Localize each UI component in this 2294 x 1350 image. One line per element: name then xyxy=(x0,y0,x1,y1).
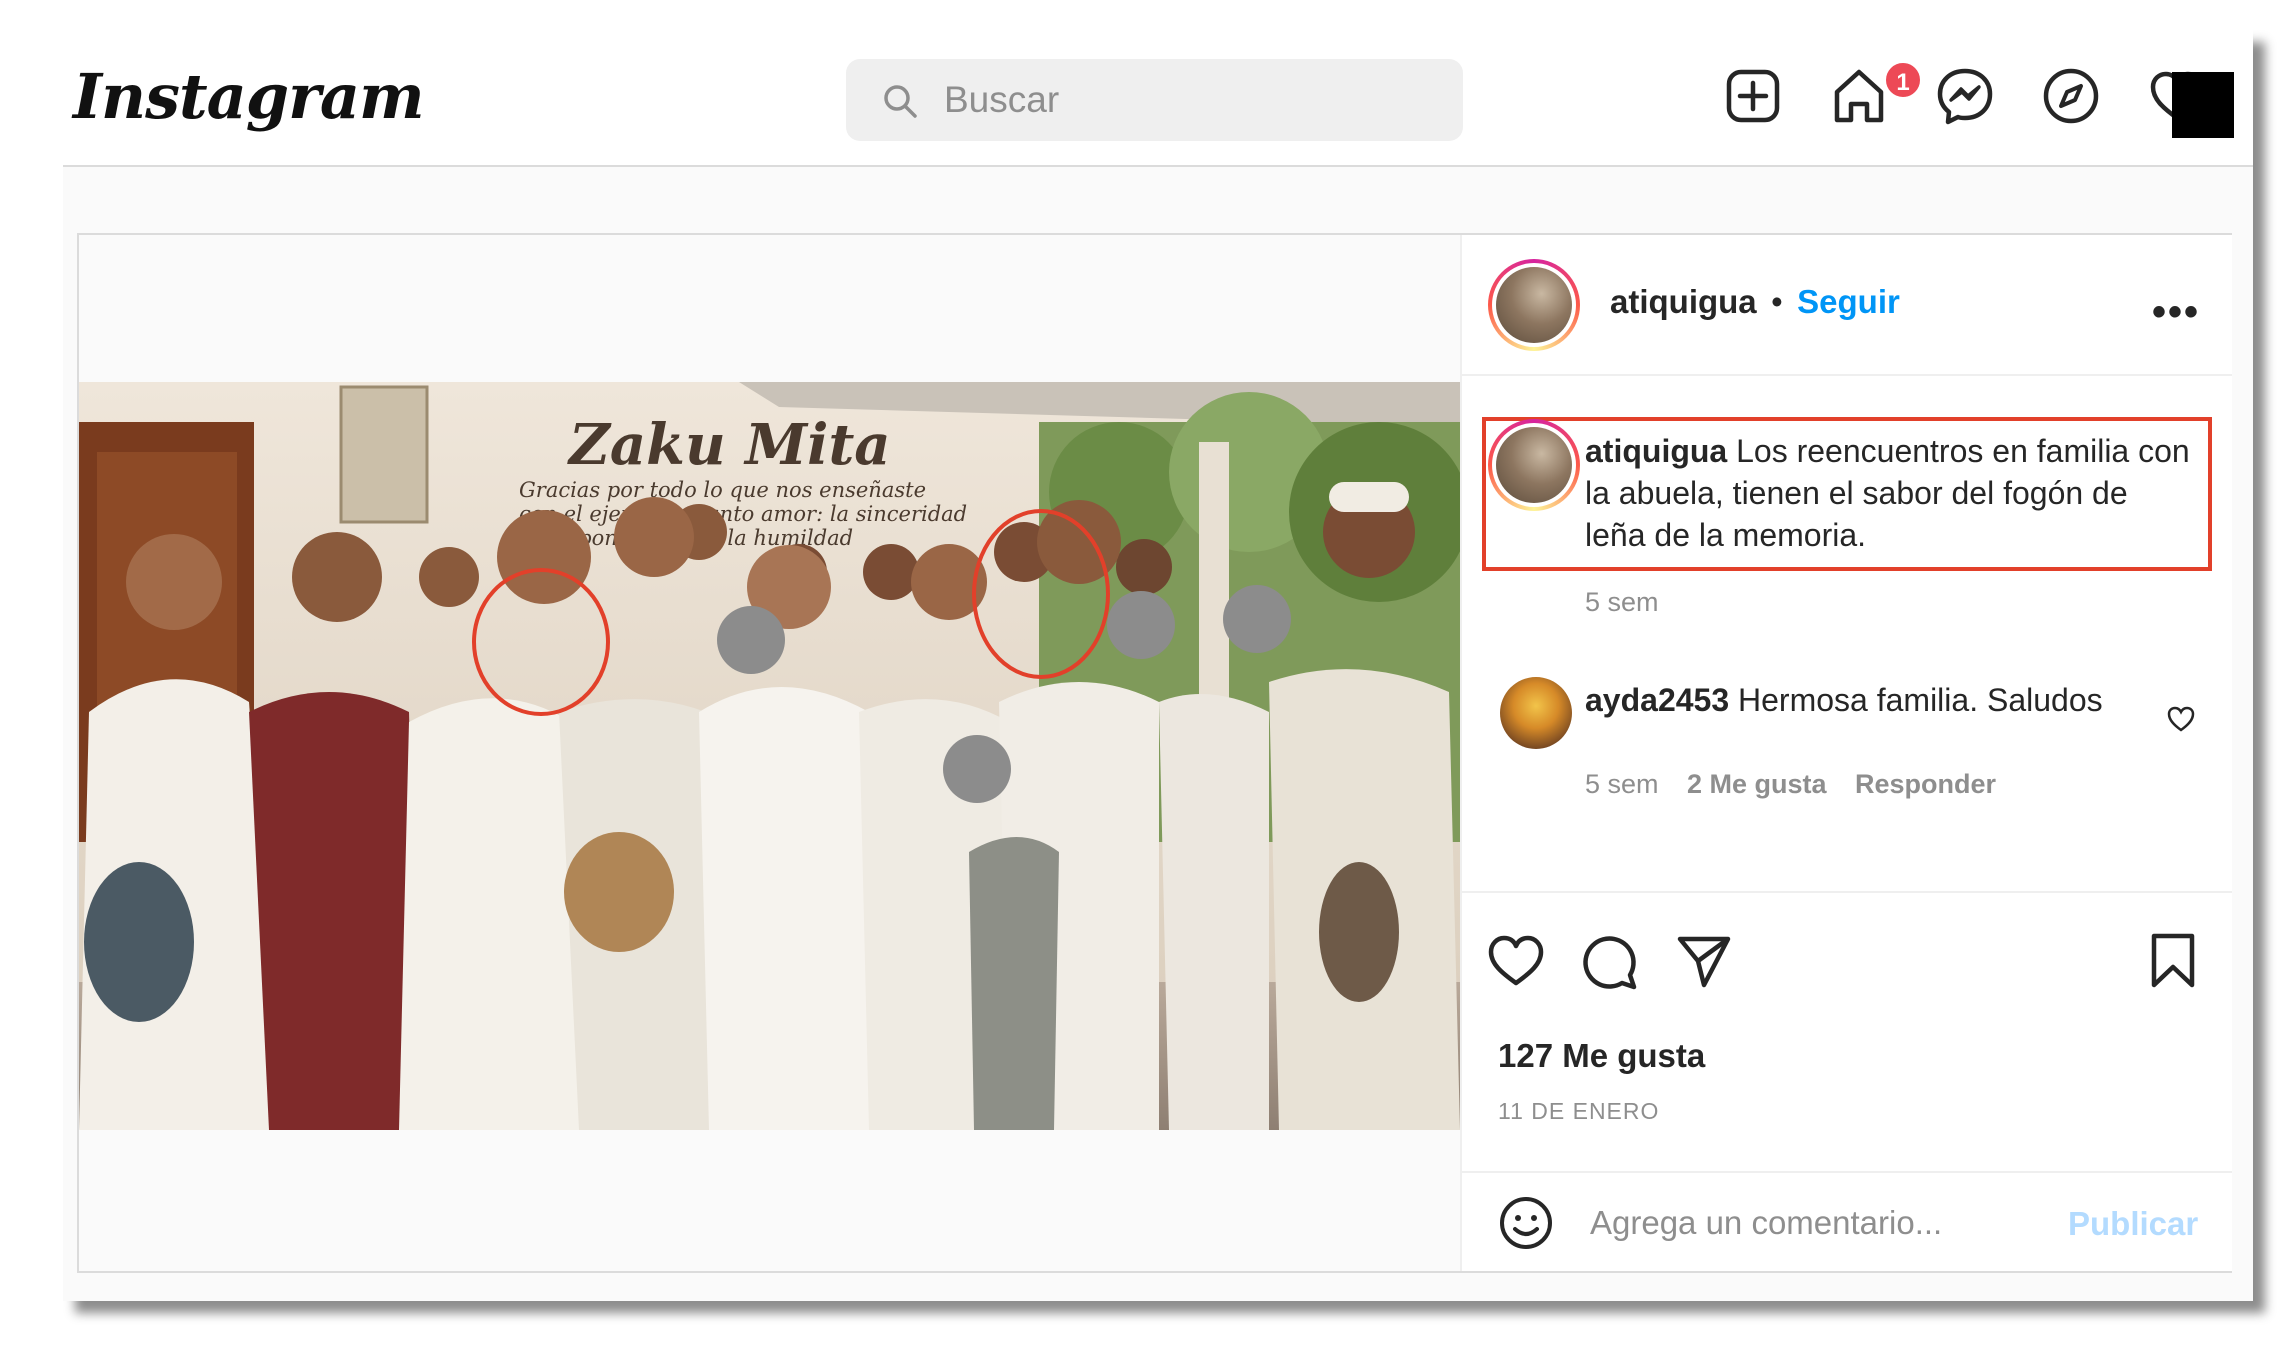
search-box[interactable] xyxy=(846,59,1463,141)
comment-avatar[interactable] xyxy=(1500,677,1572,749)
share-send-icon[interactable] xyxy=(1674,931,1734,991)
explore-icon[interactable] xyxy=(2041,66,2101,126)
profile-avatar[interactable] xyxy=(2172,72,2234,138)
comment-text: Hermosa familia. Saludos xyxy=(1729,682,2103,718)
post-photo[interactable]: Zaku Mita Gracias por todo lo que nos en… xyxy=(79,382,1460,1130)
new-post-icon[interactable] xyxy=(1723,66,1783,126)
screenshot-frame: Instagram 1 xyxy=(63,30,2253,1301)
home-icon[interactable] xyxy=(1829,66,1889,126)
post-header: atiquigua • Seguir ••• xyxy=(1462,235,2232,376)
search-icon xyxy=(884,85,917,118)
add-comment-bar: Publicar xyxy=(1462,1171,2232,1271)
comment-likes[interactable]: 2 Me gusta xyxy=(1687,769,1827,799)
caption: atiquigua Los reencuentros en familia co… xyxy=(1585,430,2195,556)
caption-time[interactable]: 5 sem xyxy=(1585,587,1659,618)
caption-username[interactable]: atiquigua xyxy=(1585,433,1727,469)
comment-like-heart-icon[interactable] xyxy=(2166,705,2196,733)
emoji-icon[interactable] xyxy=(1498,1195,1554,1251)
reply-button[interactable]: Responder xyxy=(1855,769,1996,799)
author-line: atiquigua • Seguir xyxy=(1610,283,1900,321)
post-date[interactable]: 11 DE ENERO xyxy=(1498,1098,1659,1125)
author-username[interactable]: atiquigua xyxy=(1610,283,1757,320)
save-bookmark-icon[interactable] xyxy=(2148,931,2198,991)
comment-bubble-icon[interactable] xyxy=(1580,931,1640,991)
caption-author-avatar[interactable] xyxy=(1488,419,1580,511)
post-actions: 127 Me gusta 11 DE ENERO xyxy=(1462,891,2232,1171)
comment-username[interactable]: ayda2453 xyxy=(1585,682,1729,718)
author-avatar[interactable] xyxy=(1488,259,1580,351)
search-input[interactable] xyxy=(944,73,1424,127)
separator-dot: • xyxy=(1771,283,1783,320)
comment-input[interactable] xyxy=(1590,1195,2050,1251)
comment-time[interactable]: 5 sem xyxy=(1585,769,1659,799)
post-sidebar: atiquigua • Seguir ••• atiquigua Los ree… xyxy=(1460,235,2232,1271)
more-options-icon[interactable]: ••• xyxy=(2152,290,2200,335)
top-nav-bar: Instagram 1 xyxy=(63,30,2253,167)
post-card: Zaku Mita Gracias por todo lo que nos en… xyxy=(77,233,2232,1273)
post-media-area: Zaku Mita Gracias por todo lo que nos en… xyxy=(79,235,1460,1271)
publish-button[interactable]: Publicar xyxy=(2068,1205,2198,1243)
comment-meta: 5 sem 2 Me gusta Responder xyxy=(1585,769,1996,800)
mural-title: Zaku Mita xyxy=(567,412,891,478)
like-heart-icon[interactable] xyxy=(1486,933,1546,989)
comment: ayda2453 Hermosa familia. Saludos xyxy=(1585,679,2125,721)
instagram-logo[interactable]: Instagram xyxy=(73,60,425,133)
messenger-icon[interactable] xyxy=(1935,66,1995,126)
likes-count[interactable]: 127 Me gusta xyxy=(1498,1037,1705,1075)
follow-button[interactable]: Seguir xyxy=(1797,283,1900,320)
messages-badge: 1 xyxy=(1883,60,1923,100)
